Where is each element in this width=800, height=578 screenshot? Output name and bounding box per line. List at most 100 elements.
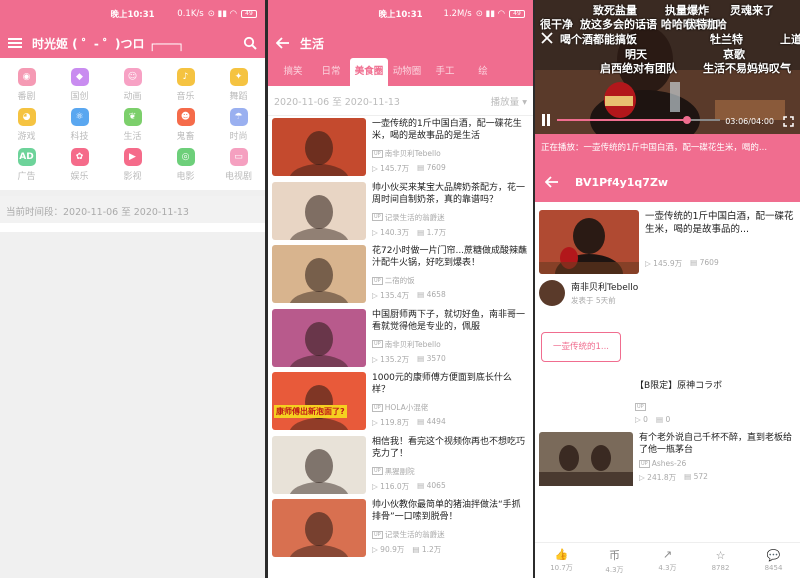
video-title: 花72小时做一片门帘...蔗糖做成酸辣蘸汁配牛火锅，好吃到爆表！ bbox=[372, 246, 528, 268]
danmaku-count: ▤ 4658 bbox=[417, 290, 446, 299]
category-14[interactable]: ▭ 电视剧 bbox=[212, 148, 265, 182]
music-icon: ♪ bbox=[176, 68, 195, 86]
like-icon: 👍 bbox=[554, 548, 569, 561]
video-item[interactable]: 帅小伙买来某宝大品牌奶茶配方，花一周时间自制奶茶，真的靠谱吗？ UP 记录生活的翁… bbox=[272, 180, 529, 244]
category-2[interactable]: ☺ 动画 bbox=[106, 68, 159, 102]
category-5[interactable]: ◕ 游戏 bbox=[0, 108, 53, 142]
tab-5[interactable]: 绘 bbox=[464, 58, 502, 86]
back-arrow-icon[interactable] bbox=[545, 176, 559, 188]
danmaku-text: 生活不易妈妈叹气 bbox=[703, 62, 791, 75]
video-thumbnail bbox=[272, 245, 366, 303]
action-count: 8454 bbox=[764, 564, 783, 572]
bangumi-icon: ◉ bbox=[17, 68, 36, 86]
category-label: 娱乐 bbox=[70, 172, 89, 182]
subcategory-tabs: 搞笑 日常 美食圈 动物圈 手工绘 bbox=[268, 58, 533, 86]
like-button[interactable]: 👍 10.7万 bbox=[535, 543, 588, 578]
video-detail-screen: 致死盐量 执量爆炸 灵魂来了 很干净 放这多会的话语 哈哈哈哈哈哈 伏特加 喝个酒都能搞饭牡… bbox=[535, 0, 800, 578]
play-count: ▷ 145.7万 bbox=[372, 164, 410, 173]
date-range[interactable]: 2020-11-06 至 2020-11-13 bbox=[274, 94, 400, 108]
category-12[interactable]: ▶ 影视 bbox=[106, 148, 159, 182]
up-badge: UP bbox=[372, 213, 383, 221]
video-item[interactable]: 一壶传统的1斤中国白酒，配一碟花生米，喝的是故事品的是生活 UP 南非贝利Tebe… bbox=[272, 116, 529, 180]
sort-dropdown[interactable]: 播放量 ▾ bbox=[491, 94, 527, 108]
seek-bar[interactable] bbox=[557, 116, 720, 124]
pause-icon[interactable] bbox=[541, 114, 551, 126]
coin-button[interactable]: 币 4.3万 bbox=[588, 543, 641, 578]
favorite-button[interactable]: ☆ 8782 bbox=[694, 543, 747, 578]
fullscreen-icon[interactable] bbox=[783, 116, 794, 127]
avatar[interactable] bbox=[539, 280, 565, 306]
play-icon: ▷ bbox=[372, 164, 378, 173]
video-title: 帅小伙教你最简单的猪油拌做法“手抓排骨”一口嗦到脱骨！ bbox=[372, 500, 521, 522]
danmaku-text: 牡兰特 bbox=[710, 33, 743, 46]
category-7[interactable]: ❦ 生活 bbox=[106, 108, 159, 142]
category-4[interactable]: ✦ 舞蹈 bbox=[212, 68, 265, 102]
uploader: 黑猩副院 bbox=[384, 466, 415, 476]
category-3[interactable]: ♪ 音乐 bbox=[159, 68, 212, 102]
uploader: HOLA小混佬 bbox=[384, 403, 429, 412]
video-item[interactable]: 花72小时做一片门帘...蔗糖做成酸辣蘸汁配牛火锅，好吃到爆表！ UP 二宿的饭 … bbox=[272, 243, 529, 307]
main-video-title: 一壶传统的1斤中国白酒，配一碟花生米，喝的是故事品的... bbox=[645, 211, 794, 235]
action-count: 8782 bbox=[711, 564, 730, 572]
related-item[interactable]: 有个老外说自己千杯不醉，直到老板给了他一瓶茅台 UP Ashes-26 ▷ 241… bbox=[535, 428, 800, 486]
up-badge: UP bbox=[372, 149, 383, 158]
film-icon: ▶ bbox=[123, 148, 142, 166]
tab-2[interactable]: 美食圈 bbox=[350, 58, 388, 86]
video-item[interactable]: 中国厨师两下子，就切好鱼，南非哥一看就觉得他是专业的，佩服 UP 南非贝利Tebe… bbox=[272, 307, 529, 371]
tab-4[interactable]: 手工 bbox=[426, 58, 464, 86]
seek-thumb[interactable] bbox=[682, 116, 691, 124]
danmaku-text: 伏特加 bbox=[685, 18, 718, 31]
main-video-card[interactable]: 一壶传统的1斤中国白酒，配一碟花生米，喝的是故事品的... ▷ 145.9万 ▤… bbox=[535, 202, 800, 274]
close-icon[interactable] bbox=[541, 32, 553, 44]
comment-icon: 💬 bbox=[766, 549, 781, 562]
tab-0[interactable]: 搞笑 bbox=[274, 58, 312, 86]
up-badge: UP bbox=[372, 467, 383, 475]
danmaku-icon: ▤ bbox=[655, 415, 664, 424]
video-item[interactable]: 相信我！看完这个视频你再也不想吃巧克力了！ UP 黑猩副院 ▷ 116.0万 ▤ … bbox=[272, 434, 529, 498]
back-arrow-icon[interactable] bbox=[276, 37, 290, 49]
part-button[interactable]: 一壶传统的1... bbox=[541, 332, 621, 362]
up-badge: UP bbox=[372, 340, 383, 348]
action-count: 4.3万 bbox=[605, 565, 624, 574]
empty-area bbox=[0, 232, 265, 578]
related-item[interactable]: 【B限定】原神コラボ UP ▷ 0 ▤ 0 bbox=[535, 362, 800, 428]
up-badge: UP bbox=[635, 403, 646, 411]
category-13[interactable]: ◎ 电影 bbox=[159, 148, 212, 182]
category-10[interactable]: AD 广告 bbox=[0, 148, 53, 182]
video-player[interactable]: 致死盐量 执量爆炸 灵魂来了 很干净 放这多会的话语 哈哈哈哈哈哈 伏特加 喝个酒都能搞饭牡… bbox=[535, 0, 800, 134]
category-8[interactable]: ☻ 鬼畜 bbox=[159, 108, 212, 142]
category-9[interactable]: ☂ 时尚 bbox=[212, 108, 265, 142]
time-range-label: 当前时间段：2020-11-06 至 2020-11-13 bbox=[0, 190, 265, 223]
play-icon: ▷ bbox=[372, 354, 378, 364]
menu-icon[interactable] bbox=[8, 37, 22, 49]
play-count: ▷ 135.4万 bbox=[372, 291, 410, 300]
up-badge: UP bbox=[639, 459, 650, 468]
uploader: 二宿的饭 bbox=[384, 276, 415, 285]
author-row[interactable]: 南非贝利Tebello 发表于 5天前 bbox=[535, 274, 800, 312]
danmaku-text: 灵魂来了 bbox=[730, 4, 774, 17]
video-item[interactable]: 康师傅出新泡面了? 1000元的康师傅方便面到底长什么样？ UP HOLA小混佬 … bbox=[272, 370, 529, 434]
comment-button[interactable]: 💬 8454 bbox=[747, 543, 800, 578]
movie-icon: ◎ bbox=[176, 148, 195, 166]
category-1[interactable]: ◆ 国创 bbox=[53, 68, 106, 102]
page-title: 生活 bbox=[300, 36, 325, 51]
uploader: 南非贝利Tebello bbox=[384, 339, 441, 349]
category-11[interactable]: ✿ 娱乐 bbox=[53, 148, 106, 182]
app-title: 时光姬 ( ゜- ゜)つロ ┌───┐ bbox=[32, 36, 185, 51]
uploader: 南非贝利Tebello bbox=[384, 149, 441, 158]
category-label: 电影 bbox=[176, 172, 195, 182]
search-icon[interactable] bbox=[243, 36, 257, 50]
category-0[interactable]: ◉ 番剧 bbox=[0, 68, 53, 102]
category-6[interactable]: ⚛ 科技 bbox=[53, 108, 106, 142]
tab-3[interactable]: 动物圈 bbox=[388, 58, 426, 86]
danmaku-count: ▤ 1.7万 bbox=[417, 227, 447, 237]
video-item[interactable]: 帅小伙教你最简单的猪油拌做法“手抓排骨”一口嗦到脱骨！ UP 记录生活的翁爵迷 ▷… bbox=[272, 497, 529, 561]
now-playing-bar: 正在播放：一壶传统的1斤中国白酒，配一碟花生米，喝的... bbox=[535, 134, 800, 162]
tab-1[interactable]: 日常 bbox=[312, 58, 350, 86]
post-time: 发表于 5天前 bbox=[571, 296, 616, 305]
danmaku-count: ▤ 4494 bbox=[417, 417, 446, 426]
share-button[interactable]: ↗ 4.3万 bbox=[641, 543, 694, 578]
category-label: 音乐 bbox=[176, 92, 195, 102]
action-bar: 👍 10.7万 币 4.3万 ↗ 4.3万 ☆ 8782 💬 8454 bbox=[535, 542, 800, 578]
danmaku-icon: ▤ bbox=[684, 472, 692, 481]
